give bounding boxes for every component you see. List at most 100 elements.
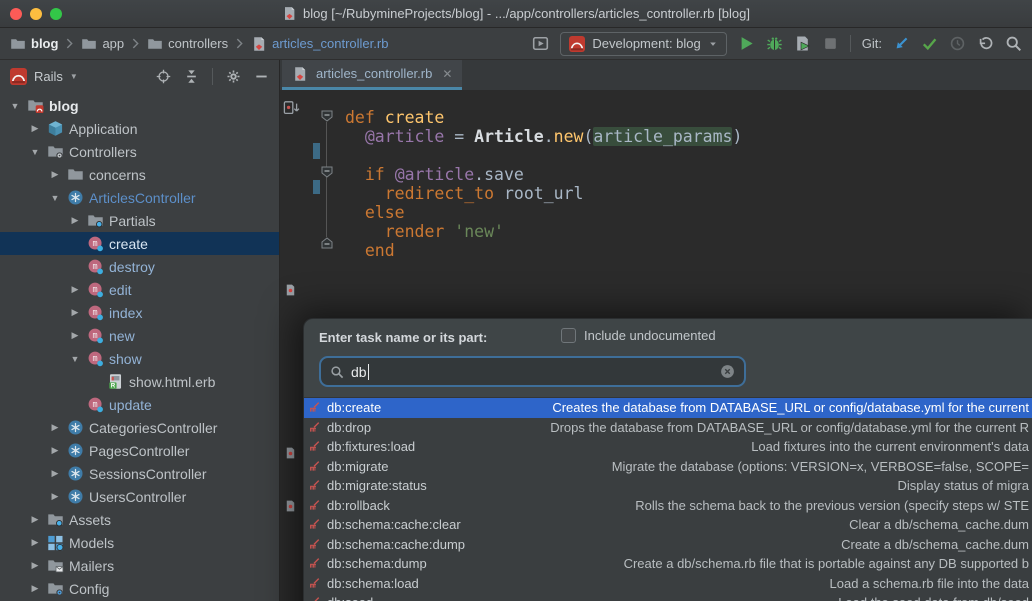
tree-item-concerns[interactable]: ▶concerns (0, 163, 279, 186)
gutter-marker-icon[interactable] (284, 446, 297, 460)
tree-item-show[interactable]: ▼mshow (0, 347, 279, 370)
run-configuration-select[interactable]: Development: blog (560, 32, 726, 56)
gear-icon[interactable] (226, 69, 241, 84)
breadcrumb-item-controllers[interactable]: controllers (147, 36, 228, 52)
run-with-coverage-button[interactable] (794, 35, 811, 52)
include-undocumented-checkbox[interactable] (561, 328, 576, 343)
breadcrumb-item-blog[interactable]: blog (10, 36, 58, 52)
task-row-db:migrate[interactable]: db:migrateMigrate the database (options:… (304, 457, 1032, 477)
task-row-db:schema:dump[interactable]: db:schema:dumpCreate a db/schema.rb file… (304, 554, 1032, 574)
task-row-db:schema:load[interactable]: db:schema:loadLoad a schema.rb file into… (304, 574, 1032, 594)
tree-item-ArticlesController[interactable]: ▼ArticlesController (0, 186, 279, 209)
close-window-button[interactable] (10, 8, 22, 20)
run-tool-window-icon[interactable] (532, 35, 549, 52)
task-row-db:fixtures:load[interactable]: db:fixtures:loadLoad fixtures into the c… (304, 437, 1032, 457)
task-row-db:rollback[interactable]: db:rollbackRolls the schema back to the … (304, 496, 1032, 516)
svg-text:m: m (93, 285, 98, 295)
tree-toggle-icon[interactable]: ▶ (68, 284, 82, 295)
task-search-input[interactable]: db (319, 356, 746, 387)
debug-button[interactable] (766, 35, 783, 52)
tree-toggle-icon[interactable]: ▶ (68, 215, 82, 226)
code-area[interactable]: def create @article = Article.new(articl… (345, 108, 742, 260)
tree-item-new[interactable]: ▶mnew (0, 324, 279, 347)
history-clock-icon[interactable] (949, 35, 966, 52)
tree-toggle-icon[interactable]: ▼ (28, 147, 42, 157)
tree-item-Assets[interactable]: ▶Assets (0, 508, 279, 531)
fold-marker-icon[interactable] (321, 237, 333, 249)
breadcrumb-item-articles_controller.rb[interactable]: articles_controller.rb (251, 36, 388, 52)
tree-item-show.html.erb[interactable]: Rshow.html.erb (0, 370, 279, 393)
fold-marker-icon[interactable] (321, 166, 333, 178)
zoom-window-button[interactable] (50, 8, 62, 20)
git-label: Git: (862, 36, 882, 51)
tree-toggle-icon[interactable]: ▼ (48, 193, 62, 203)
code-line[interactable]: def create (345, 108, 742, 127)
tree-item-SessionsController[interactable]: ▶SessionsController (0, 462, 279, 485)
code-line[interactable]: if @article.save (345, 165, 742, 184)
tree-toggle-icon[interactable]: ▶ (48, 468, 62, 479)
tree-toggle-icon[interactable]: ▶ (68, 330, 82, 341)
tree-toggle-icon[interactable]: ▼ (68, 354, 82, 364)
tree-toggle-icon[interactable]: ▶ (28, 537, 42, 548)
tree-item-update[interactable]: mupdate (0, 393, 279, 416)
tree-toggle-icon[interactable]: ▶ (28, 560, 42, 571)
clear-search-icon[interactable] (720, 364, 735, 379)
close-tab-icon[interactable]: ✕ (442, 67, 452, 81)
tree-item-Controllers[interactable]: ▼Controllers (0, 140, 279, 163)
tree-item-edit[interactable]: ▶medit (0, 278, 279, 301)
code-line[interactable]: render 'new' (345, 222, 742, 241)
tree-item-Models[interactable]: ▶Models (0, 531, 279, 554)
breadcrumb-item-app[interactable]: app (81, 36, 124, 52)
run-button[interactable] (738, 35, 755, 52)
tree-toggle-icon[interactable]: ▶ (28, 123, 42, 134)
tree-item-Application[interactable]: ▶Application (0, 117, 279, 140)
tree-item-create[interactable]: mcreate (0, 232, 279, 255)
stop-button[interactable] (822, 35, 839, 52)
collapse-all-icon[interactable] (184, 69, 199, 84)
tree-item-index[interactable]: ▶mindex (0, 301, 279, 324)
task-row-db:schema:cache:clear[interactable]: db:schema:cache:clearClear a db/schema_c… (304, 515, 1032, 535)
tree-item-CategoriesController[interactable]: ▶CategoriesController (0, 416, 279, 439)
tree-item-PagesController[interactable]: ▶PagesController (0, 439, 279, 462)
task-name: db:create (327, 400, 381, 415)
gutter-marker-icon[interactable] (284, 283, 297, 297)
task-row-db:create[interactable]: db:createCreates the database from DATAB… (304, 398, 1032, 418)
tree-toggle-icon[interactable]: ▶ (28, 514, 42, 525)
tab-articles-controller[interactable]: articles_controller.rb ✕ (282, 60, 462, 90)
tree-item-destroy[interactable]: mdestroy (0, 255, 279, 278)
code-line[interactable]: @article = Article.new(article_params) (345, 127, 742, 146)
task-row-db:seed[interactable]: db:seedLoad the seed data from db/seed (304, 593, 1032, 601)
task-row-db:migrate:status[interactable]: db:migrate:statusDisplay status of migra (304, 476, 1032, 496)
tree-toggle-icon[interactable]: ▶ (68, 307, 82, 318)
rake-icon (308, 596, 321, 601)
locate-file-icon[interactable] (156, 69, 171, 84)
task-row-db:schema:cache:dump[interactable]: db:schema:cache:dumpCreate a db/schema_c… (304, 535, 1032, 555)
search-everywhere-icon[interactable] (1005, 35, 1022, 52)
project-view-selector[interactable]: Rails ▼ (10, 68, 78, 85)
gutter-marker-icon[interactable] (284, 499, 297, 513)
task-row-db:drop[interactable]: db:dropDrops the database from DATABASE_… (304, 418, 1032, 438)
git-commit-icon[interactable] (921, 35, 938, 52)
tree-item-Partials[interactable]: ▶Partials (0, 209, 279, 232)
code-line[interactable] (345, 146, 742, 165)
tree-toggle-icon[interactable]: ▶ (48, 491, 62, 502)
tree-toggle-icon[interactable]: ▶ (48, 169, 62, 180)
hide-panel-icon[interactable] (254, 69, 269, 84)
git-update-icon[interactable] (893, 35, 910, 52)
tree-toggle-icon[interactable]: ▶ (48, 445, 62, 456)
fold-marker-icon[interactable] (321, 110, 333, 122)
rollback-icon[interactable] (977, 35, 994, 52)
tree-toggle-icon[interactable]: ▶ (48, 422, 62, 433)
tree-item-Mailers[interactable]: ▶Mailers (0, 554, 279, 577)
tree-toggle-icon[interactable]: ▼ (8, 101, 22, 111)
code-line[interactable]: end (345, 241, 742, 260)
tree-item-UsersController[interactable]: ▶UsersController (0, 485, 279, 508)
code-line[interactable]: redirect_to root_url (345, 184, 742, 203)
tree-item-blog[interactable]: ▼blog (0, 94, 279, 117)
code-line[interactable]: else (345, 203, 742, 222)
gutter-file-marker-icon[interactable] (283, 100, 301, 116)
tree-toggle-icon[interactable]: ▶ (28, 583, 42, 594)
minimize-window-button[interactable] (30, 8, 42, 20)
tree-item-Config[interactable]: ▶Config (0, 577, 279, 600)
svg-text:R: R (111, 382, 116, 389)
